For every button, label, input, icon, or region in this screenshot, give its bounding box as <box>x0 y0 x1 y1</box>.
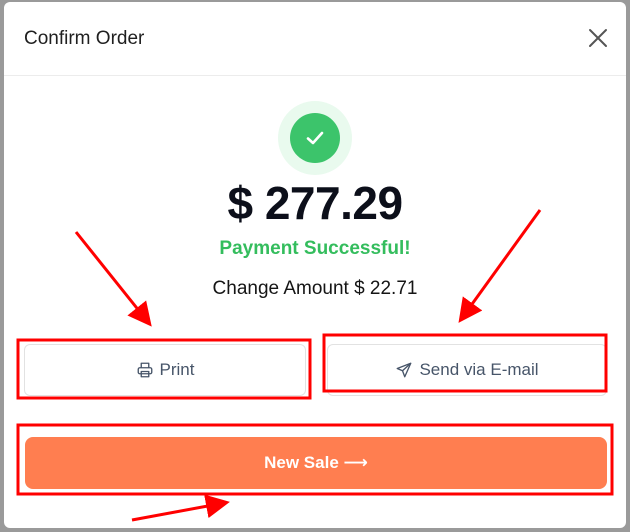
send-icon <box>397 362 412 378</box>
printer-icon <box>137 362 152 378</box>
new-sale-button[interactable]: New Sale ⟶ <box>25 437 607 489</box>
payment-amount: $ 277.29 <box>227 177 403 229</box>
success-indicator <box>278 101 352 175</box>
send-email-button-label: Send via E-mail <box>419 360 539 379</box>
success-circle <box>290 113 340 163</box>
change-amount: Change Amount $ 22.71 <box>212 278 418 299</box>
modal-title: Confirm Order <box>24 28 145 49</box>
check-icon <box>306 131 324 145</box>
payment-status: Payment Successful! <box>219 238 411 259</box>
confirm-order-modal: Confirm Order $ 277.29 Payment Successfu… <box>4 2 626 528</box>
print-button[interactable]: Print <box>24 344 306 396</box>
close-icon <box>589 29 607 47</box>
close-button[interactable] <box>586 26 610 50</box>
new-sale-button-label: New Sale ⟶ <box>264 453 368 472</box>
send-email-button[interactable]: Send via E-mail <box>327 344 607 396</box>
modal-header: Confirm Order <box>4 2 626 76</box>
print-button-label: Print <box>159 360 195 379</box>
